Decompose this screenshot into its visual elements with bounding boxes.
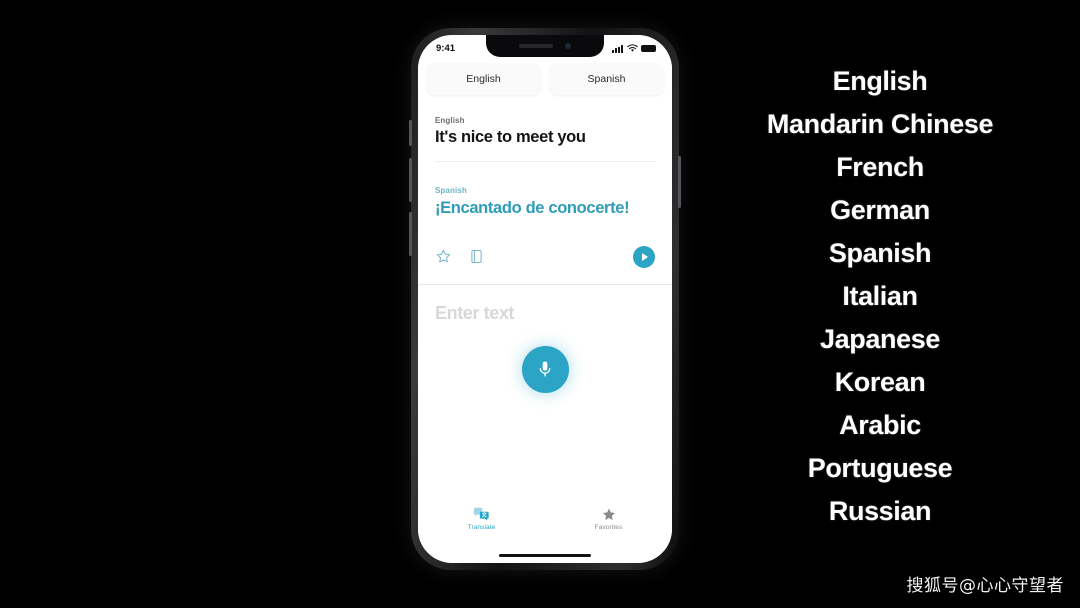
- microphone-icon: [539, 361, 551, 377]
- language-item: Korean: [834, 367, 926, 397]
- text-input-area[interactable]: Enter text: [418, 284, 672, 503]
- language-item: German: [830, 195, 930, 225]
- status-bar-indicators: [612, 44, 656, 53]
- source-language-label: English: [435, 116, 465, 125]
- language-item: Spanish: [828, 238, 932, 268]
- volume-down-button[interactable]: [409, 212, 412, 256]
- language-item: English: [832, 66, 928, 96]
- cellular-signal-icon: [612, 44, 623, 53]
- iphone-device-frame: 9:41 English Spanish English It's nice t…: [409, 28, 681, 570]
- play-circle-icon[interactable]: [633, 245, 655, 268]
- power-button[interactable]: [678, 156, 681, 208]
- watermark: 搜狐号@心心守望者: [906, 576, 1064, 596]
- language-selector-bar: English Spanish: [418, 59, 672, 104]
- star-filled-icon: [602, 508, 615, 520]
- mic-button-wrapper: [521, 345, 569, 393]
- mute-switch[interactable]: [409, 120, 412, 146]
- battery-icon: [641, 44, 656, 53]
- volume-up-button[interactable]: [409, 158, 412, 202]
- tab-favorites[interactable]: Favorites: [572, 507, 646, 531]
- play-triangle-icon: [642, 252, 648, 261]
- translated-text: ¡Encantado de conocerte!: [435, 199, 630, 218]
- language-item: Portuguese: [807, 453, 953, 483]
- source-language-button[interactable]: English: [426, 63, 541, 95]
- translation-actions: [418, 219, 672, 284]
- phone-screen: 9:41 English Spanish English It's nice t…: [418, 35, 672, 563]
- language-item: Arabic: [839, 410, 921, 440]
- tab-favorites-label: Favorites: [594, 523, 623, 531]
- star-outline-icon[interactable]: [435, 248, 452, 265]
- dictionary-book-icon[interactable]: [468, 248, 485, 265]
- translate-bubbles-icon: 文: [473, 507, 489, 521]
- target-language-label: Spanish: [435, 186, 467, 196]
- tab-bar: 文 Translate Favorites: [418, 502, 672, 551]
- tab-translate[interactable]: 文 Translate: [445, 507, 519, 531]
- wifi-icon: [626, 44, 638, 52]
- status-bar: 9:41: [418, 35, 672, 59]
- screenshot-stage: 9:41 English Spanish English It's nice t…: [0, 0, 1080, 608]
- target-language-button[interactable]: Spanish: [549, 63, 664, 95]
- language-item: Mandarin Chinese: [766, 109, 994, 139]
- status-bar-time: 9:41: [436, 43, 456, 54]
- language-item: Japanese: [820, 324, 940, 354]
- translation-result: Spanish ¡Encantado de conocerte!: [418, 162, 672, 220]
- language-item: Italian: [842, 281, 918, 311]
- microphone-button[interactable]: [521, 345, 569, 393]
- source-text: It's nice to meet you: [435, 128, 586, 146]
- tab-translate-label: Translate: [467, 523, 496, 531]
- language-item: Russian: [828, 496, 932, 526]
- translation-card: English It's nice to meet you: [418, 104, 672, 162]
- supported-languages-list: English Mandarin Chinese French German Spani…: [700, 60, 1060, 533]
- enter-text-placeholder: Enter text: [435, 302, 515, 323]
- language-item: French: [836, 152, 924, 182]
- home-indicator[interactable]: [499, 553, 591, 557]
